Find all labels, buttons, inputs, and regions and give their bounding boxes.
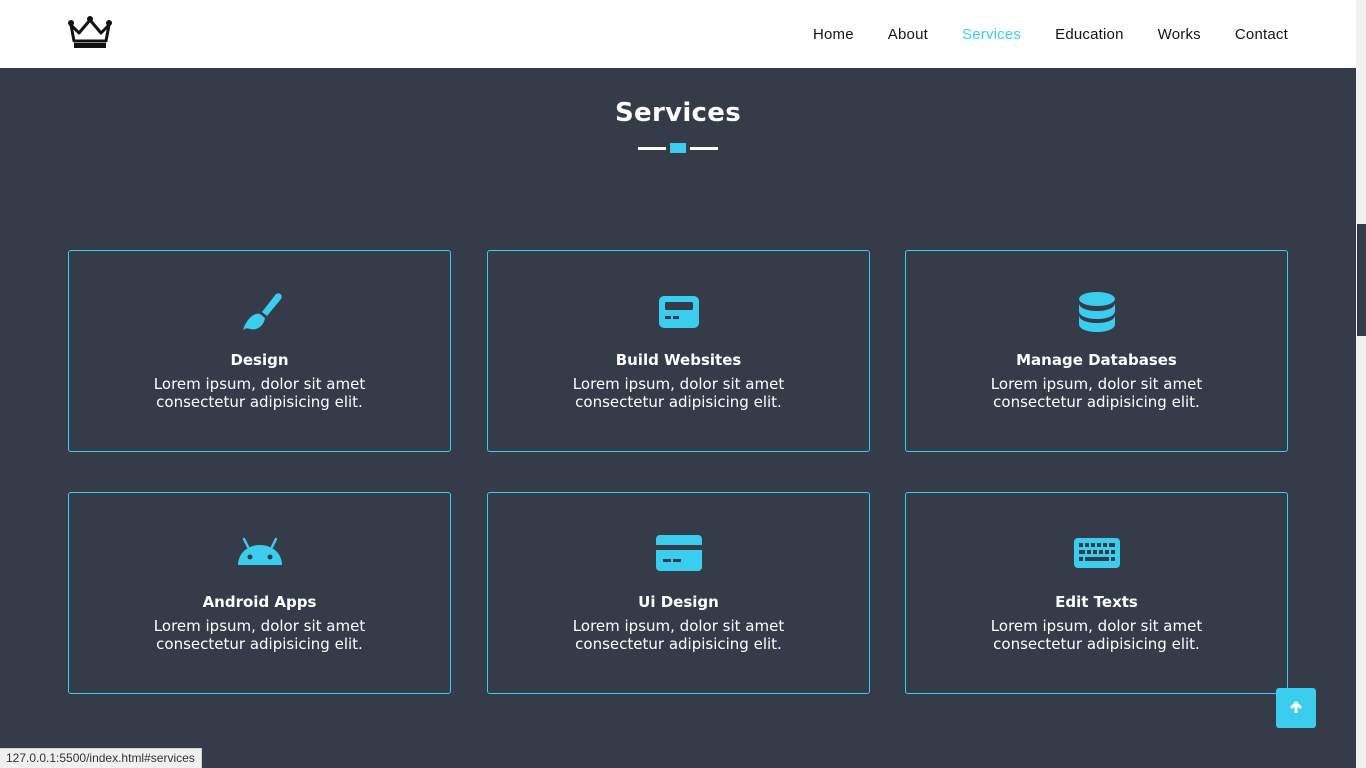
service-card-edit-texts[interactable]: Edit Texts Lorem ipsum, dolor sit amet c… [905, 492, 1288, 694]
service-description: Lorem ipsum, dolor sit amet consectetur … [153, 375, 366, 411]
service-title: Manage Databases [1016, 351, 1177, 369]
service-description: Lorem ipsum, dolor sit amet consectetur … [990, 617, 1203, 653]
service-card-manage-databases[interactable]: Manage Databases Lorem ipsum, dolor sit … [905, 250, 1288, 452]
main-nav: Home About Services Education Works Cont… [779, 0, 1288, 68]
service-description: Lorem ipsum, dolor sit amet consectetur … [572, 375, 785, 411]
android-icon [236, 533, 284, 575]
service-card-android-apps[interactable]: Android Apps Lorem ipsum, dolor sit amet… [68, 492, 451, 694]
nav-contact[interactable]: Contact [1235, 26, 1288, 43]
section-title: Services [615, 98, 741, 128]
scrollbar-thumb[interactable] [1357, 224, 1366, 336]
service-title: Build Websites [615, 351, 742, 369]
site-header: Home About Services Education Works Cont… [0, 0, 1356, 68]
service-title: Ui Design [638, 593, 719, 611]
service-card-ui-design[interactable]: Ui Design Lorem ipsum, dolor sit amet co… [487, 492, 870, 694]
nav-about[interactable]: About [888, 26, 928, 43]
website-card-icon [655, 291, 703, 333]
nav-home[interactable]: Home [813, 26, 854, 43]
paint-brush-icon [236, 291, 284, 333]
service-title: Edit Texts [1055, 593, 1138, 611]
database-icon [1073, 291, 1121, 333]
service-description: Lorem ipsum, dolor sit amet consectetur … [990, 375, 1203, 411]
underline-left [638, 147, 666, 150]
credit-card-icon [655, 533, 703, 575]
nav-education[interactable]: Education [1055, 26, 1124, 43]
underline-square [670, 143, 686, 153]
page-scrollbar[interactable] [1356, 0, 1366, 768]
service-card-design[interactable]: Design Lorem ipsum, dolor sit amet conse… [68, 250, 451, 452]
underline-right [690, 147, 718, 150]
browser-status-bar: 127.0.0.1:5500/index.html#services [0, 748, 202, 768]
back-to-top-button[interactable] [1276, 688, 1316, 728]
service-description: Lorem ipsum, dolor sit amet consectetur … [572, 617, 785, 653]
nav-services[interactable]: Services [962, 26, 1021, 43]
nav-works[interactable]: Works [1158, 26, 1201, 43]
service-title: Design [230, 351, 289, 369]
service-title: Android Apps [202, 593, 317, 611]
title-underline [638, 143, 718, 153]
service-description: Lorem ipsum, dolor sit amet consectetur … [153, 617, 366, 653]
keyboard-icon [1073, 533, 1121, 575]
crown-icon[interactable] [68, 16, 112, 50]
service-card-build-websites[interactable]: Build Websites Lorem ipsum, dolor sit am… [487, 250, 870, 452]
arrow-up-icon [1289, 699, 1303, 718]
